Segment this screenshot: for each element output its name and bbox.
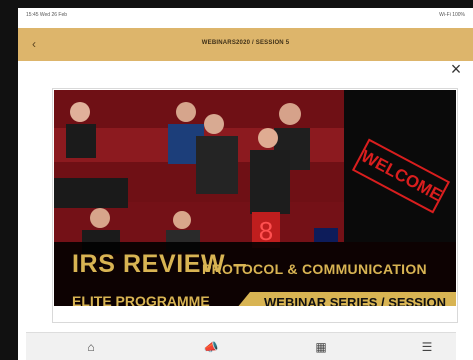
person-head bbox=[279, 103, 301, 125]
tab-home[interactable]: ⌂ bbox=[76, 340, 106, 356]
person-body bbox=[66, 124, 96, 158]
referee-head bbox=[258, 128, 278, 148]
page-title: WEBINARS2020 / SESSION 5 bbox=[201, 40, 290, 46]
person-head bbox=[173, 211, 191, 229]
close-icon[interactable]: × bbox=[448, 60, 464, 78]
bottom-tab-bar: ⌂ 📣 ▦ ☰ bbox=[26, 332, 456, 360]
subheadline: PROTOCOL & COMMUNICATION bbox=[202, 261, 427, 277]
series-label: WEBINAR SERIES / SESSION 5 bbox=[264, 295, 447, 306]
status-bar: 15:45 Wed 26 Feb Wi-Fi 100% bbox=[18, 8, 473, 28]
tab-docs[interactable]: ☰ bbox=[412, 340, 442, 356]
home-icon: ⌂ bbox=[87, 340, 95, 354]
monitor bbox=[54, 178, 128, 208]
programme-label: ELITE PROGRAMME bbox=[72, 293, 210, 306]
person-head bbox=[70, 102, 90, 122]
app-window: 15:45 Wed 26 Feb Wi-Fi 100% ‹ WEBINARS20… bbox=[18, 8, 473, 360]
person-head bbox=[90, 208, 110, 228]
tab-news[interactable]: 📣 bbox=[196, 340, 226, 356]
score-display bbox=[314, 228, 338, 242]
status-time: 15:45 Wed 26 Feb bbox=[26, 12, 68, 18]
megaphone-icon: 📣 bbox=[203, 340, 219, 354]
hero-image: 8 WELCOME IRS REVIEW – PROTOCOL & COMMUN… bbox=[54, 90, 456, 306]
referee-body bbox=[196, 136, 238, 194]
referee-body bbox=[250, 150, 290, 214]
webinar-card: 8 WELCOME IRS REVIEW – PROTOCOL & COMMUN… bbox=[52, 88, 458, 323]
top-bar: ‹ WEBINARS2020 / SESSION 5 bbox=[18, 28, 473, 61]
person-head bbox=[176, 102, 196, 122]
grid-icon: ▦ bbox=[315, 340, 327, 354]
document-icon: ☰ bbox=[421, 340, 433, 354]
referee-head bbox=[204, 114, 224, 134]
status-indicators: Wi-Fi 100% bbox=[439, 12, 465, 18]
tab-grid[interactable]: ▦ bbox=[306, 340, 336, 356]
